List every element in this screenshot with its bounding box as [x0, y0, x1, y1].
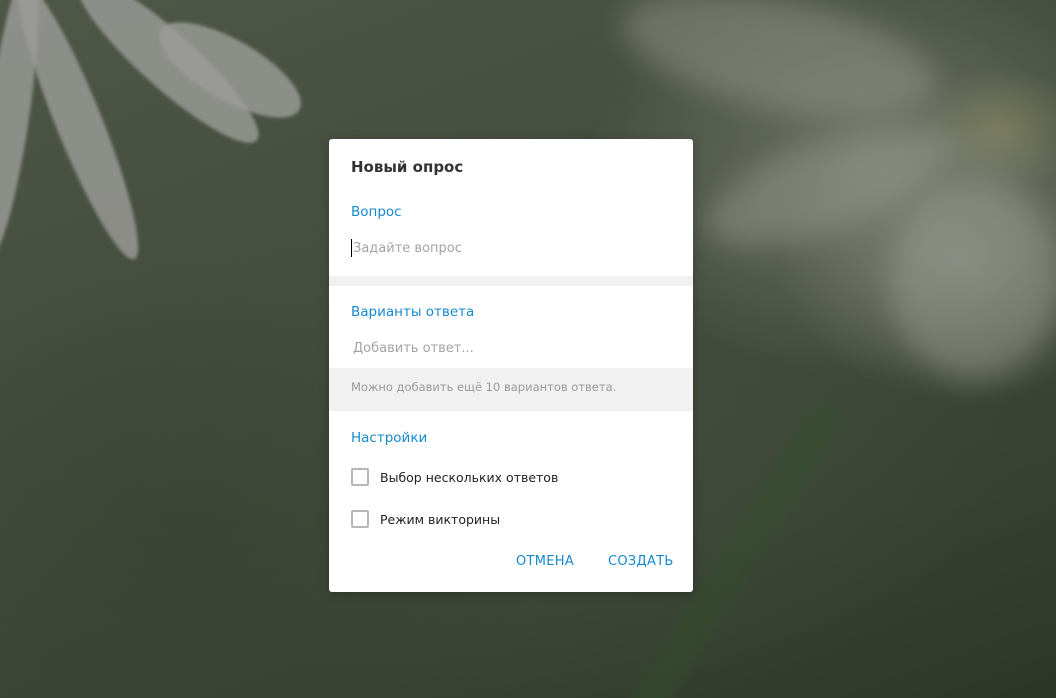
answers-limit-hint: Можно добавить ещё 10 вариантов ответа. — [351, 380, 617, 394]
multiple-answers-option[interactable]: Выбор нескольких ответов — [351, 466, 558, 488]
quiz-mode-checkbox[interactable] — [351, 510, 369, 528]
dialog-title: Новый опрос — [351, 158, 464, 176]
question-input[interactable] — [351, 237, 673, 259]
create-button[interactable]: СОЗДАТЬ — [608, 550, 674, 573]
section-divider — [329, 276, 693, 286]
add-answer-input[interactable] — [351, 337, 673, 359]
quiz-mode-option[interactable]: Режим викторины — [351, 508, 500, 530]
question-section-label: Вопрос — [351, 204, 402, 220]
answers-section-label: Варианты ответа — [351, 304, 475, 320]
multiple-answers-checkbox[interactable] — [351, 468, 369, 486]
text-cursor — [351, 239, 352, 257]
cancel-button[interactable]: ОТМЕНА — [516, 550, 574, 573]
new-poll-dialog: Новый опрос Вопрос Варианты ответа Можно… — [329, 139, 693, 592]
multiple-answers-label: Выбор нескольких ответов — [380, 469, 559, 485]
quiz-mode-label: Режим викторины — [380, 511, 501, 527]
settings-section-label: Настройки — [351, 430, 428, 446]
